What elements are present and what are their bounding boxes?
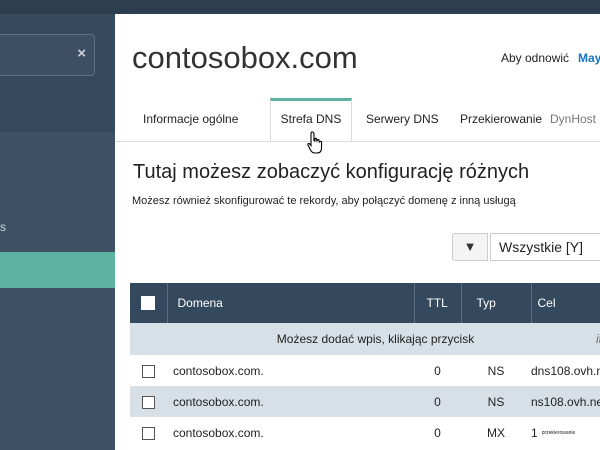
- row-target: ns108.ovh.net.: [531, 386, 600, 417]
- row-target-cell: 1 przekierowanie: [531, 417, 600, 448]
- filter-button[interactable]: ▼: [452, 233, 488, 261]
- row-domain: contosobox.com.: [167, 386, 414, 417]
- tab-divider: [115, 141, 600, 142]
- sidebar-section: [0, 288, 115, 450]
- user-link[interactable]: May: [578, 51, 600, 65]
- tab-dynhost[interactable]: DynHost: [550, 112, 596, 126]
- table-row[interactable]: contosobox.com. 0 NS ns108.ovh.net.: [130, 386, 600, 417]
- sidebar-item-label[interactable]: s: [0, 220, 6, 234]
- record-type-filter-select[interactable]: Wszystkie [Y]: [490, 233, 600, 261]
- row-target: dns108.ovh.net.: [531, 363, 600, 378]
- row-type: NS: [487, 363, 505, 378]
- section-description: Możesz również skonfigurować te rekordy,…: [132, 195, 516, 207]
- tab-general-info[interactable]: Informacje ogólne: [143, 112, 238, 126]
- sidebar-item-active[interactable]: [0, 252, 115, 288]
- dns-records-table: Domena TTL Typ Cel Możesz dodać wpis, kl…: [130, 283, 600, 448]
- row-target-note: przekierowanie: [541, 430, 576, 437]
- main-panel: contosobox.com Aby odnowić May Informacj…: [115, 14, 600, 450]
- row-checkbox[interactable]: [142, 426, 155, 440]
- row-type: NS: [461, 386, 531, 417]
- sidebar-search-input[interactable]: ×: [0, 34, 95, 76]
- hand-cursor-icon: [307, 131, 323, 154]
- row-ttl: 0: [414, 386, 461, 417]
- row-target: 1: [531, 425, 538, 440]
- column-header-target[interactable]: Cel: [530, 283, 600, 323]
- row-checkbox[interactable]: [142, 395, 155, 409]
- add-entry-hint-tail: it: [531, 323, 600, 355]
- top-bar: [0, 0, 600, 14]
- add-entry-hint: Możesz dodać wpis, klikając przycisk: [130, 323, 531, 355]
- row-ttl: 0: [434, 363, 441, 378]
- table-row[interactable]: contosobox.com. 0 MX 1 przekierowanie: [130, 417, 600, 448]
- row-select-cell: [130, 355, 167, 386]
- tab-redirection[interactable]: Przekierowanie: [460, 112, 542, 126]
- sidebar: × s: [0, 14, 115, 450]
- funnel-icon: ▼: [463, 239, 477, 254]
- select-all-cell: [130, 283, 167, 323]
- sidebar-section: [0, 132, 115, 254]
- row-select-cell: [130, 386, 167, 417]
- row-domain: contosobox.com.: [173, 363, 264, 378]
- row-type: MX: [487, 425, 505, 440]
- column-header-ttl[interactable]: TTL: [413, 283, 461, 323]
- column-header-domain[interactable]: Domena: [166, 283, 414, 323]
- row-select-cell: [130, 417, 167, 448]
- info-row: Możesz dodać wpis, klikając przycisk it: [130, 323, 600, 355]
- column-header-type[interactable]: Typ: [460, 283, 531, 323]
- tab-bar: Informacje ogólne Strefa DNS Serwery DNS…: [115, 98, 600, 142]
- refresh-link[interactable]: Aby odnowić: [501, 51, 569, 65]
- row-checkbox[interactable]: [142, 364, 155, 378]
- row-domain: contosobox.com.: [173, 425, 264, 440]
- tab-dns-servers[interactable]: Serwery DNS: [366, 112, 439, 126]
- table-row[interactable]: contosobox.com. 0 NS dns108.ovh.net.: [130, 355, 600, 386]
- close-icon[interactable]: ×: [77, 45, 86, 62]
- section-heading: Tutaj możesz zobaczyć konfigurację różny…: [133, 161, 530, 183]
- select-all-checkbox[interactable]: [141, 296, 156, 311]
- table-header-row: Domena TTL Typ Cel: [130, 283, 600, 323]
- row-ttl: 0: [434, 425, 441, 440]
- page-title: contosobox.com: [132, 40, 358, 75]
